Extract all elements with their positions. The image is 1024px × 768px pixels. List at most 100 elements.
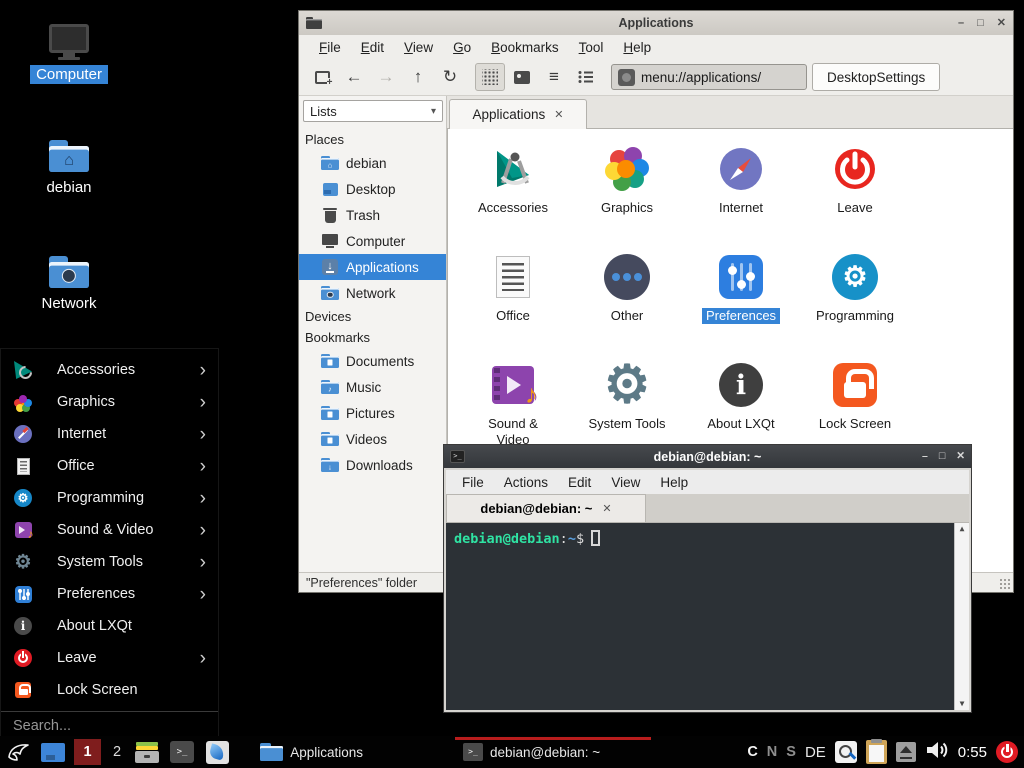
terminal-menu-edit[interactable]: Edit (558, 472, 601, 493)
close-button[interactable]: ✕ (956, 451, 965, 462)
fm-tab-applications[interactable]: Applications ✕ (449, 99, 587, 129)
terminal-content[interactable]: debian@debian:~$ ▲ ▼ (446, 523, 969, 710)
new-tab-button[interactable]: + (307, 63, 337, 91)
fm-menu-go[interactable]: Go (443, 37, 481, 58)
desktop-icon-network[interactable]: Network (31, 256, 107, 313)
fm-menu-bookmarks[interactable]: Bookmarks (481, 37, 569, 58)
compact-view-button[interactable]: ≡ (539, 63, 569, 91)
close-button[interactable]: ✕ (997, 18, 1006, 29)
terminal-menu-file[interactable]: File (452, 472, 494, 493)
fm-titlebar[interactable]: Applications – □ ✕ (299, 11, 1013, 35)
menu-item-leave[interactable]: Leave › (1, 642, 218, 674)
tab-close-icon[interactable]: ✕ (554, 108, 563, 121)
workspace-button-2[interactable]: 2 (108, 739, 126, 765)
submenu-arrow-icon: › (200, 521, 206, 540)
fm-menu-tool[interactable]: Tool (569, 37, 614, 58)
app-category-office[interactable]: Office (456, 249, 570, 357)
detailed-list-button[interactable] (571, 63, 601, 91)
terminal-menu-actions[interactable]: Actions (494, 472, 558, 493)
sidebar-item-downloads[interactable]: ↓ Downloads (303, 452, 443, 478)
desktop-icon-computer[interactable]: Computer (31, 24, 107, 84)
app-category-leave[interactable]: Leave (798, 141, 912, 249)
terminal-titlebar[interactable]: >_ debian@debian: ~ – □ ✕ (444, 445, 971, 468)
sidebar-mode-combobox[interactable]: Lists ▾ (303, 100, 443, 122)
menu-item-internet[interactable]: Internet › (1, 418, 218, 450)
terminal-menu-view[interactable]: View (601, 472, 650, 493)
eject-tray-icon[interactable] (896, 742, 916, 762)
feather-icon (206, 741, 229, 764)
sidebar-item-computer[interactable]: Computer (303, 228, 443, 254)
sidebar-item-debian[interactable]: ⌂ debian (303, 150, 443, 176)
power-button[interactable] (996, 741, 1018, 763)
menu-item-about-lxqt[interactable]: i About LXQt (1, 610, 218, 642)
fm-menu-view[interactable]: View (394, 37, 443, 58)
terminal-menu-help[interactable]: Help (650, 472, 698, 493)
menu-item-programming[interactable]: ⚙ Programming › (1, 482, 218, 514)
app-category-graphics[interactable]: Graphics (570, 141, 684, 249)
icon-view-button[interactable] (475, 63, 505, 91)
app-category-label: Preferences (702, 308, 780, 324)
task-button-terminal[interactable]: >_ debian@debian: ~ (455, 736, 651, 768)
back-button[interactable]: ← (339, 63, 369, 91)
menu-item-lock-screen[interactable]: Lock Screen (1, 674, 218, 706)
menu-item-system-tools[interactable]: ⚙ System Tools › (1, 546, 218, 578)
app-category-accessories[interactable]: Accessories (456, 141, 570, 249)
app-category-internet[interactable]: Internet (684, 141, 798, 249)
sidebar-item-music[interactable]: ♪ Music (303, 374, 443, 400)
main-menu-button[interactable] (4, 738, 32, 766)
screenshot-tray-icon[interactable] (835, 741, 857, 763)
minimize-button[interactable]: – (958, 18, 964, 29)
menu-item-preferences[interactable]: Preferences › (1, 578, 218, 610)
terminal-tab[interactable]: debian@debian: ~ ✕ (446, 494, 646, 522)
terminal-scrollbar[interactable]: ▲ ▼ (954, 523, 969, 710)
workspace-button-1[interactable]: 1 (74, 739, 101, 765)
desktop-settings-button[interactable]: DesktopSettings (812, 63, 940, 91)
featherpad-launcher[interactable] (203, 738, 231, 766)
fm-menu-file[interactable]: File (309, 37, 351, 58)
menu-item-accessories[interactable]: Accessories › (1, 354, 218, 386)
menu-item-graphics[interactable]: Graphics › (1, 386, 218, 418)
maximize-button[interactable]: □ (939, 451, 945, 462)
menu-search-input[interactable] (11, 717, 208, 735)
sidebar-item-label: Desktop (346, 182, 396, 197)
tab-close-icon[interactable]: ✕ (602, 502, 611, 515)
fm-menu-edit[interactable]: Edit (351, 37, 394, 58)
terminal-launcher[interactable]: >_ (168, 738, 196, 766)
sidebar-item-applications[interactable]: ↓ Applications (299, 254, 446, 280)
show-desktop-button[interactable] (39, 738, 67, 766)
reload-button[interactable]: ↻ (435, 63, 465, 91)
address-bar[interactable]: menu://applications/ (611, 64, 807, 90)
keyboard-layout-indicator[interactable]: DE (805, 744, 826, 761)
maximize-button[interactable]: □ (977, 18, 984, 29)
minimize-button[interactable]: – (922, 451, 928, 462)
app-category-preferences[interactable]: Preferences (684, 249, 798, 357)
sidebar-item-network[interactable]: Network (303, 280, 443, 306)
desktop-icon-debian[interactable]: ⌂ debian (31, 140, 107, 197)
thumbnail-view-button[interactable] (507, 63, 537, 91)
up-button[interactable]: ↑ (403, 63, 433, 91)
fm-menu-help[interactable]: Help (613, 37, 661, 58)
trash-icon (321, 208, 339, 223)
terminal-menubar: File Actions Edit View Help (446, 470, 969, 494)
sidebar-item-documents[interactable]: Documents (303, 348, 443, 374)
clipboard-tray-icon[interactable] (866, 740, 887, 764)
task-button-applications[interactable]: Applications (252, 736, 448, 768)
sidebar-item-videos[interactable]: Videos (303, 426, 443, 452)
sidebar-item-pictures[interactable]: Pictures (303, 400, 443, 426)
sidebar-item-trash[interactable]: Trash (303, 202, 443, 228)
app-category-label: System Tools (588, 416, 665, 432)
scroll-down-icon[interactable]: ▼ (960, 700, 965, 708)
forward-button[interactable]: → (371, 63, 401, 91)
sidebar-item-desktop[interactable]: Desktop (303, 176, 443, 202)
app-category-programming[interactable]: ⚙ Programming (798, 249, 912, 357)
menu-item-label: Lock Screen (57, 682, 209, 698)
archiver-launcher[interactable] (133, 738, 161, 766)
app-category-other[interactable]: Other (570, 249, 684, 357)
volume-icon[interactable] (925, 740, 949, 765)
clock[interactable]: 0:55 (958, 744, 987, 761)
menu-item-office[interactable]: Office › (1, 450, 218, 482)
resize-grip[interactable] (999, 578, 1011, 590)
menu-item-sound-video[interactable]: ♪ Sound & Video › (1, 514, 218, 546)
scroll-up-icon[interactable]: ▲ (960, 525, 965, 533)
taskbar: 1 2 >_ Applications >_ debian@debian: ~ … (0, 736, 1024, 768)
